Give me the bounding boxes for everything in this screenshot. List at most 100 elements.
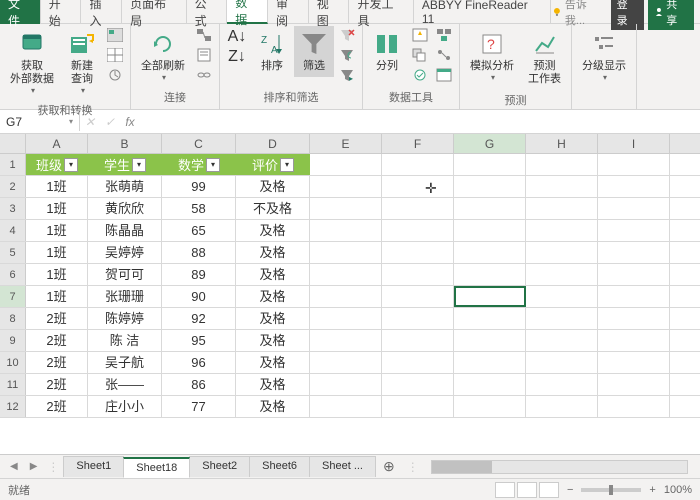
file-menu[interactable]: 文件 <box>0 0 41 24</box>
table-header-cell[interactable]: 学生▾ <box>88 154 162 175</box>
properties-button[interactable] <box>193 46 215 64</box>
cell[interactable]: 及格 <box>236 374 310 395</box>
flash-fill-button[interactable] <box>409 26 431 44</box>
cell[interactable]: 88 <box>162 242 236 263</box>
horizontal-scrollbar[interactable] <box>431 460 688 474</box>
cell[interactable] <box>526 308 598 329</box>
cell[interactable] <box>454 308 526 329</box>
cell[interactable] <box>454 330 526 351</box>
cell[interactable] <box>310 242 382 263</box>
cell[interactable] <box>310 352 382 373</box>
row-header-3[interactable]: 3 <box>0 198 26 219</box>
page-layout-view-button[interactable] <box>517 482 537 498</box>
add-sheet-button[interactable]: ⊕ <box>375 458 403 475</box>
menu-tab-ABBYY FineReader 11[interactable]: ABBYY FineReader 11 <box>414 0 551 24</box>
cell[interactable] <box>382 242 454 263</box>
sort-button[interactable]: ZA 排序 <box>252 26 292 77</box>
sheet-tab-Sheet2[interactable]: Sheet2 <box>189 456 250 477</box>
relationships-button[interactable] <box>433 46 455 64</box>
cell[interactable] <box>382 374 454 395</box>
cell[interactable] <box>598 198 670 219</box>
enter-formula-button[interactable]: ✓ <box>100 115 120 129</box>
cell[interactable]: 92 <box>162 308 236 329</box>
cell[interactable]: 黄欣欣 <box>88 198 162 219</box>
what-if-button[interactable]: ? 模拟分析▾ <box>464 26 520 87</box>
row-header-7[interactable]: 7 <box>0 286 26 307</box>
filter-dropdown-icon[interactable]: ▾ <box>64 158 78 172</box>
cell[interactable] <box>310 374 382 395</box>
column-header-D[interactable]: D <box>236 134 310 153</box>
filter-dropdown-icon[interactable]: ▾ <box>206 158 220 172</box>
cell[interactable]: 及格 <box>236 330 310 351</box>
table-header-cell[interactable]: 数学▾ <box>162 154 236 175</box>
new-query-button[interactable]: 新建 查询▾ <box>62 26 102 100</box>
recent-sources-button[interactable] <box>104 66 126 84</box>
cell[interactable] <box>382 396 454 417</box>
fx-button[interactable]: fx <box>120 115 140 129</box>
cell[interactable] <box>526 154 598 175</box>
get-external-data-button[interactable]: 获取 外部数据▾ <box>4 26 60 100</box>
column-header-H[interactable]: H <box>526 134 598 153</box>
cell[interactable]: 陈晶晶 <box>88 220 162 241</box>
cell[interactable] <box>598 374 670 395</box>
cell[interactable] <box>526 330 598 351</box>
sheet-tab-Sheet ...[interactable]: Sheet ... <box>309 456 376 477</box>
filter-dropdown-icon[interactable]: ▾ <box>132 158 146 172</box>
clear-filter-button[interactable] <box>336 26 358 44</box>
cell[interactable]: 58 <box>162 198 236 219</box>
column-header-B[interactable]: B <box>88 134 162 153</box>
cell[interactable] <box>382 330 454 351</box>
cell[interactable] <box>526 396 598 417</box>
cell[interactable]: 陈婷婷 <box>88 308 162 329</box>
cell[interactable]: 2班 <box>26 374 88 395</box>
cell[interactable]: 及格 <box>236 286 310 307</box>
cell[interactable]: 张—— <box>88 374 162 395</box>
cell[interactable] <box>310 220 382 241</box>
cell[interactable] <box>598 264 670 285</box>
row-header-5[interactable]: 5 <box>0 242 26 263</box>
row-header-6[interactable]: 6 <box>0 264 26 285</box>
cell[interactable]: 2班 <box>26 330 88 351</box>
cell[interactable] <box>454 352 526 373</box>
cell[interactable] <box>454 242 526 263</box>
row-header-12[interactable]: 12 <box>0 396 26 417</box>
cell[interactable] <box>526 242 598 263</box>
cell[interactable]: 及格 <box>236 352 310 373</box>
cell[interactable] <box>598 352 670 373</box>
cell[interactable]: 1班 <box>26 198 88 219</box>
column-header-G[interactable]: G <box>454 134 526 153</box>
cell[interactable] <box>526 198 598 219</box>
cell[interactable] <box>310 198 382 219</box>
cell[interactable] <box>598 396 670 417</box>
cell[interactable] <box>382 308 454 329</box>
cell[interactable] <box>598 220 670 241</box>
cell[interactable]: 1班 <box>26 220 88 241</box>
cell[interactable]: 及格 <box>236 396 310 417</box>
cell[interactable] <box>454 264 526 285</box>
menu-tab-公式[interactable]: 公式 <box>187 0 228 24</box>
cell[interactable] <box>310 396 382 417</box>
cell[interactable]: 及格 <box>236 308 310 329</box>
cell[interactable] <box>382 352 454 373</box>
refresh-all-button[interactable]: 全部刷新▾ <box>135 26 191 87</box>
cell[interactable]: 95 <box>162 330 236 351</box>
spreadsheet-grid[interactable]: ABCDEFGHI 1班级▾学生▾数学▾评价▾21班张萌萌99及格31班黄欣欣5… <box>0 134 700 454</box>
cell[interactable] <box>454 198 526 219</box>
cell[interactable] <box>598 242 670 263</box>
consolidate-button[interactable] <box>433 26 455 44</box>
data-validation-button[interactable] <box>409 66 431 84</box>
cell[interactable] <box>526 220 598 241</box>
row-header-4[interactable]: 4 <box>0 220 26 241</box>
cell[interactable]: 及格 <box>236 242 310 263</box>
cell[interactable] <box>310 286 382 307</box>
cell[interactable] <box>454 176 526 197</box>
filter-dropdown-icon[interactable]: ▾ <box>280 158 294 172</box>
cell[interactable] <box>598 176 670 197</box>
menu-tab-数据[interactable]: 数据 <box>227 0 268 24</box>
column-header-F[interactable]: F <box>382 134 454 153</box>
cell[interactable]: 及格 <box>236 264 310 285</box>
cell[interactable]: 1班 <box>26 286 88 307</box>
from-table-button[interactable] <box>104 46 126 64</box>
cell[interactable] <box>382 286 454 307</box>
menu-tab-审阅[interactable]: 审阅 <box>268 0 309 24</box>
